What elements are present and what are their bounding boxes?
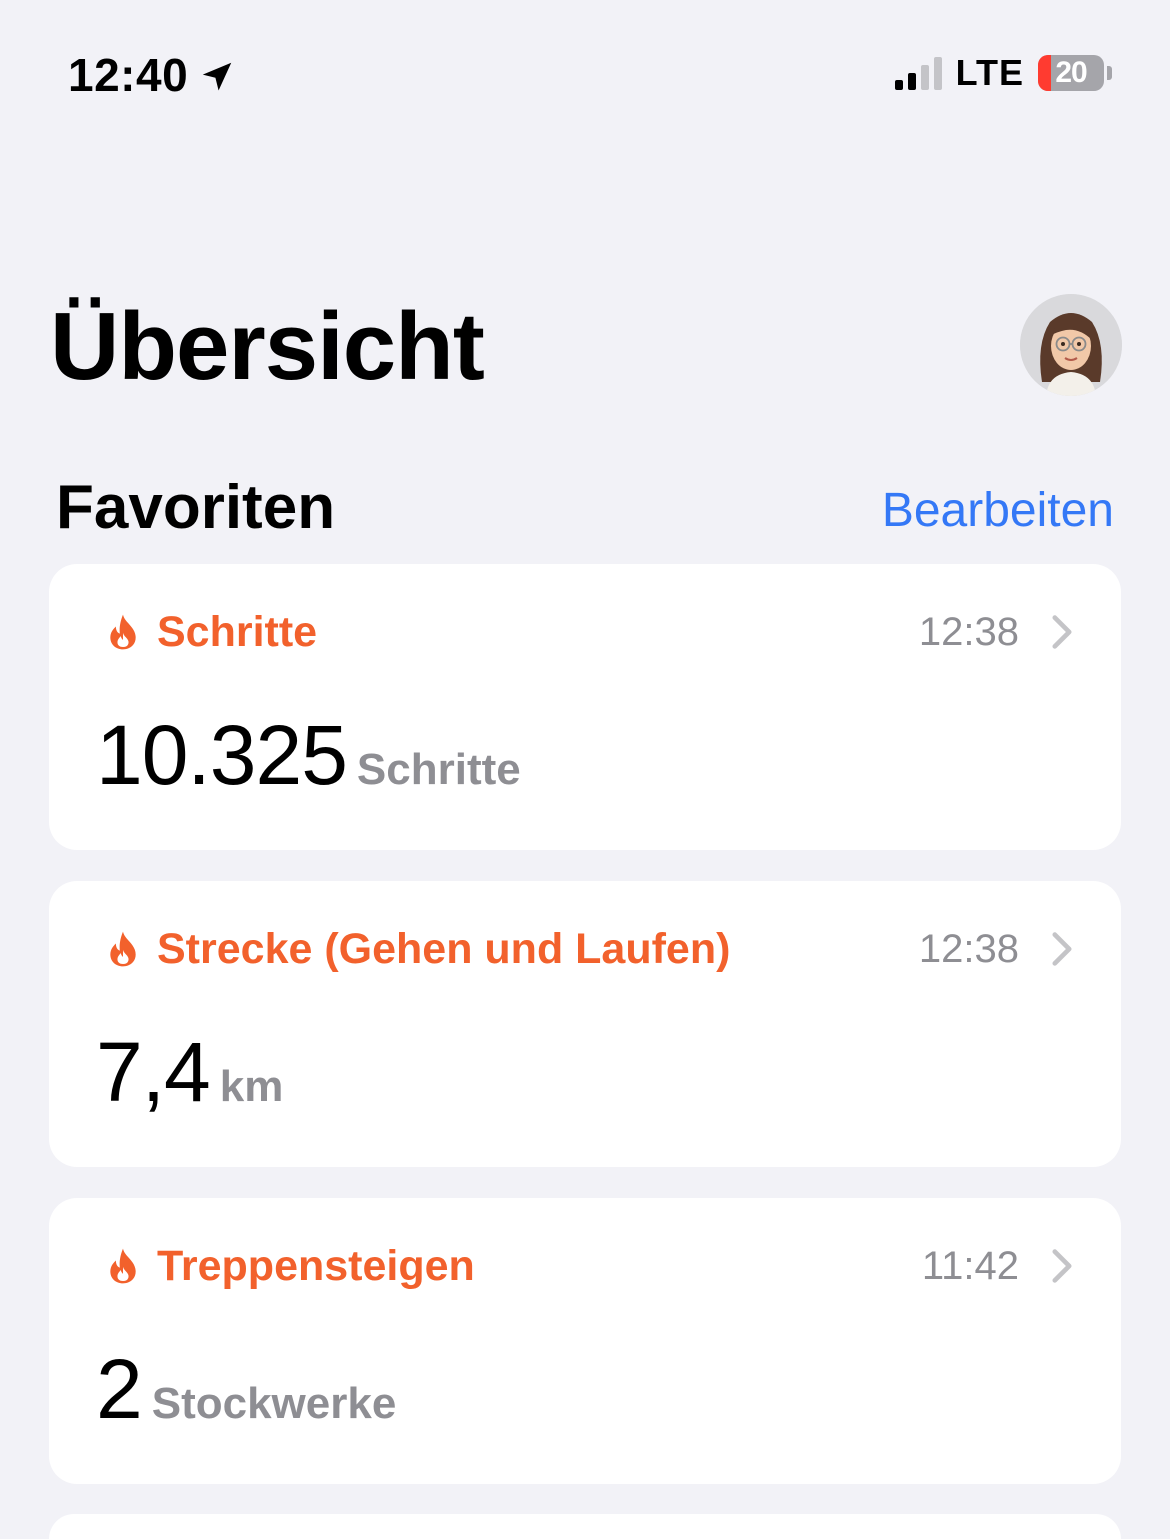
- status-bar-indicators: LTE 20: [894, 52, 1112, 94]
- page-title: Übersicht: [50, 293, 485, 400]
- card-value-unit: km: [219, 1062, 284, 1111]
- card-value-number: 2: [96, 1342, 143, 1436]
- favorite-card-steps[interactable]: Schritte 12:38 10.325 Schritte: [49, 564, 1121, 850]
- card-value: 10.325 Schritte: [96, 707, 521, 804]
- status-bar-time: 12:40: [68, 48, 236, 102]
- card-timestamp: 11:42: [921, 1243, 1019, 1288]
- favorites-section-title: Favoriten: [56, 473, 336, 542]
- card-value-unit: Schritte: [356, 745, 521, 794]
- battery-icon: 20: [1038, 55, 1112, 91]
- edit-favorites-button[interactable]: Bearbeiten: [882, 483, 1114, 538]
- network-type-label: LTE: [955, 52, 1024, 93]
- health-summary-screen: 12:40 LTE 20 Übersicht Favoriten Bearbei…: [0, 0, 1170, 1539]
- card-value-number: 10.325: [96, 708, 348, 802]
- chevron-right-icon: [1052, 1249, 1072, 1283]
- memoji-avatar-icon: [1020, 294, 1122, 396]
- card-title: Strecke (Gehen und Laufen): [157, 924, 731, 973]
- card-title: Schritte: [157, 607, 318, 656]
- card-timestamp: 12:38: [918, 926, 1019, 971]
- card-title: Treppensteigen: [157, 1241, 475, 1290]
- card-value-unit: Stockwerke: [151, 1379, 397, 1428]
- chevron-right-icon: [1052, 615, 1072, 649]
- flame-icon: [110, 1248, 136, 1284]
- card-header: Strecke (Gehen und Laufen) 12:38: [107, 923, 1073, 975]
- card-value: 2 Stockwerke: [96, 1341, 396, 1438]
- card-header: Treppensteigen 11:42: [107, 1240, 1073, 1292]
- battery-level-fill: [1038, 55, 1052, 91]
- favorite-card-flights-climbed[interactable]: Treppensteigen 11:42 2 Stockwerke: [49, 1198, 1121, 1484]
- battery-level-label: 20: [1055, 56, 1087, 89]
- clock-label: 12:40: [68, 49, 189, 101]
- profile-avatar-button[interactable]: [1020, 294, 1122, 396]
- card-value-number: 7,4: [96, 1025, 211, 1119]
- card-header: Schritte 12:38: [107, 606, 1073, 658]
- location-arrow-icon: [202, 62, 232, 91]
- flame-icon: [110, 931, 136, 967]
- cellular-signal-icon: [894, 56, 942, 90]
- card-value: 7,4 km: [96, 1024, 283, 1121]
- flame-icon: [110, 614, 136, 650]
- chevron-right-icon: [1052, 932, 1072, 966]
- favorite-card-next[interactable]: [49, 1514, 1121, 1539]
- card-timestamp: 12:38: [918, 609, 1019, 654]
- favorite-card-distance[interactable]: Strecke (Gehen und Laufen) 12:38 7,4 km: [49, 881, 1121, 1167]
